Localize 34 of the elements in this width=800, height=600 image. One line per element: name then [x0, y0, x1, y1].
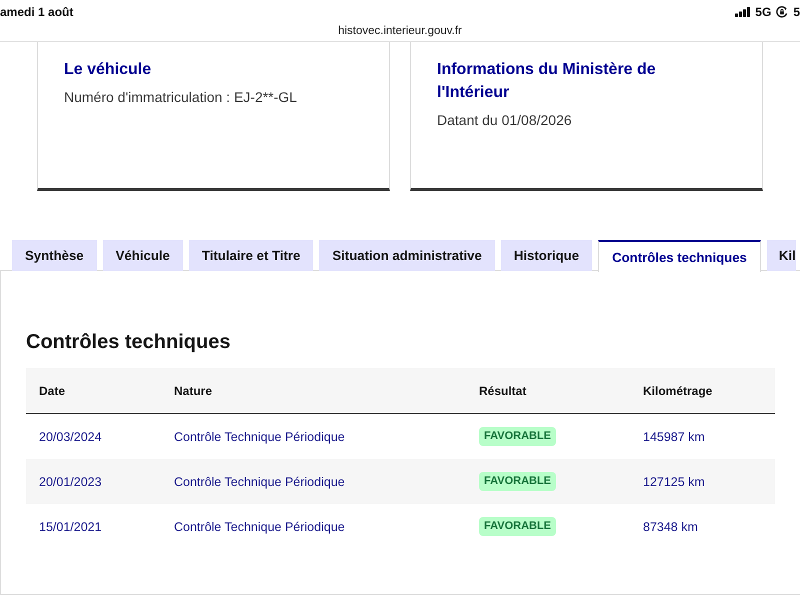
tab[interactable]: Kil: [766, 240, 796, 271]
battery-percentage: 5: [793, 4, 800, 20]
tab[interactable]: Situation administrative: [319, 240, 495, 271]
status-date: amedi 1 août: [0, 4, 74, 20]
inspection-date: 20/03/2024: [39, 428, 102, 444]
mileage-value: 127125 km: [643, 474, 705, 490]
mileage-value: 87348 km: [643, 518, 698, 534]
inspection-date: 20/01/2023: [39, 474, 102, 490]
result-badge: FAVORABLE: [479, 517, 556, 536]
rotation-lock-icon: [776, 6, 788, 18]
card-title: Le véhicule: [64, 60, 152, 80]
column-header: Nature: [174, 382, 212, 398]
page-url[interactable]: histovec.interieur.gouv.fr: [338, 24, 462, 38]
section-heading: Contrôles techniques: [26, 330, 232, 354]
column-header: Kilométrage: [643, 382, 712, 398]
column-header: Date: [39, 382, 66, 398]
signal-icon: [735, 7, 750, 17]
result-badge: FAVORABLE: [479, 472, 556, 491]
inspection-date: 15/01/2021: [39, 518, 102, 534]
mileage-value: 145987 km: [643, 428, 705, 444]
result-badge: FAVORABLE: [479, 427, 556, 446]
tab[interactable]: Historique: [500, 240, 592, 271]
inspection-type: Contrôle Technique Périodique: [174, 474, 345, 490]
inspection-type: Contrôle Technique Périodique: [174, 518, 345, 534]
tab[interactable]: Contrôles techniques: [598, 240, 761, 272]
inspection-type: Contrôle Technique Périodique: [174, 428, 345, 444]
tab[interactable]: Synthèse: [12, 240, 97, 271]
column-header: Résultat: [479, 382, 526, 398]
card-title: Informations du Ministère de l'Intérieur: [437, 60, 657, 103]
tab[interactable]: Titulaire et Titre: [188, 240, 314, 271]
card-detail: Numéro d'immatriculation : EJ-2**-GL: [64, 88, 298, 107]
tab[interactable]: Véhicule: [102, 240, 183, 271]
network-label: 5G: [755, 4, 772, 20]
card-detail: Datant du 01/08/2026: [437, 111, 573, 130]
